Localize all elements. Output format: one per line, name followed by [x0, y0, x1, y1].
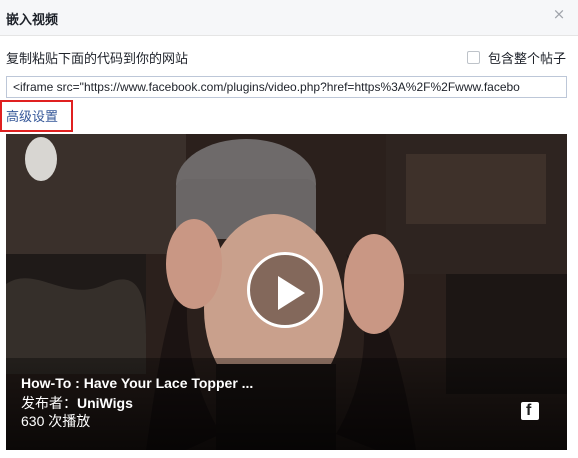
include-post-checkbox[interactable]: [466, 51, 480, 64]
embed-video-dialog: 嵌入视频 × 复制粘贴下面的代码到你的网站 包含整个帖子 <iframe src…: [0, 0, 578, 458]
play-icon: [278, 276, 305, 310]
dialog-title: 嵌入视频: [6, 13, 59, 28]
embed-code-field[interactable]: <iframe src="https://www.facebook.com/pl…: [6, 76, 567, 98]
close-icon[interactable]: ×: [552, 7, 566, 22]
video-view-count: 630 次播放: [21, 413, 91, 429]
advanced-settings-link[interactable]: 高级设置: [6, 106, 58, 125]
publisher-name[interactable]: UniWigs: [77, 395, 133, 411]
facebook-icon[interactable]: f: [521, 402, 539, 420]
dialog-header: 嵌入视频 ×: [0, 0, 578, 36]
instructions-text: 复制粘贴下面的代码到你的网站: [6, 52, 189, 67]
include-post-label: 包含整个帖子: [487, 52, 566, 67]
publisher-label: 发布者：: [21, 395, 77, 411]
video-publisher: 发布者：UniWigs: [21, 393, 133, 413]
play-button[interactable]: [247, 252, 323, 328]
include-post-option[interactable]: 包含整个帖子: [466, 48, 566, 67]
video-info-overlay: How-To : Have Your Lace Topper ... 发布者：U…: [6, 358, 567, 450]
video-title[interactable]: How-To : Have Your Lace Topper ...: [21, 375, 253, 391]
video-player[interactable]: How-To : Have Your Lace Topper ... 发布者：U…: [6, 134, 567, 450]
